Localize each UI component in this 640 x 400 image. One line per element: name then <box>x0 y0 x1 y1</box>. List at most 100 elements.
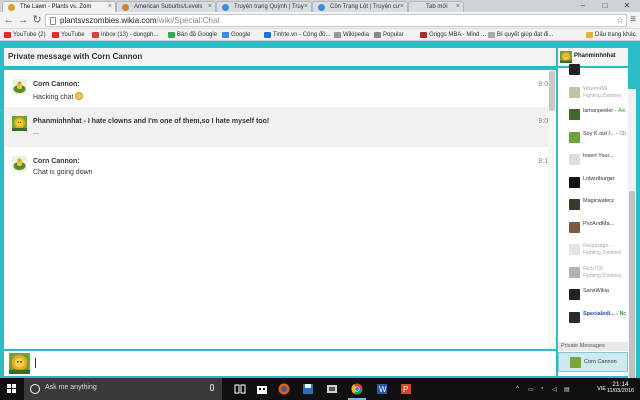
user-list-item[interactable] <box>558 60 628 80</box>
bookmark-favicon-icon <box>264 32 271 38</box>
firefox-icon <box>278 383 290 395</box>
tab-3[interactable]: Côn Trạng Lột | Truyện cư × <box>312 1 408 12</box>
avatar[interactable] <box>12 156 27 171</box>
bookmark-item[interactable]: Bản đồ Google <box>168 30 217 40</box>
page-info-icon[interactable] <box>50 17 56 25</box>
avatar[interactable] <box>12 116 27 131</box>
user-list-item[interactable]: Magicwaterz <box>558 195 628 215</box>
chat-window: Private message with Corn Cannon Corn Ca… <box>0 41 640 400</box>
tab-close-icon[interactable]: × <box>456 2 460 12</box>
user-list: Phanminhnhat Wiiam4Mi Fighting Zombies lam… <box>558 48 628 376</box>
avatar[interactable] <box>12 79 27 94</box>
avatar <box>570 357 581 368</box>
user-subtitle: Fighting Zombies <box>583 92 622 99</box>
bookmark-label: Tinhte.vn - Cộng đồ... <box>273 32 331 38</box>
bookmark-favicon-icon <box>420 32 427 38</box>
text-cursor <box>35 358 36 368</box>
bookmark-label: Popular <box>383 32 404 38</box>
user-list-scrollbar-thumb[interactable] <box>629 191 635 400</box>
windows-logo-icon <box>7 384 17 394</box>
message-username[interactable]: Corn Cannon: <box>33 158 80 165</box>
surprised-emoji-icon <box>75 92 84 100</box>
taskbar-word[interactable]: W <box>370 378 394 400</box>
bookmark-item[interactable]: YouTube (2) <box>4 30 46 40</box>
bookmark-item[interactable]: Inbox (13) - dungph... <box>92 30 158 40</box>
microphone-icon[interactable] <box>210 384 214 391</box>
user-list-item[interactable]: Insert Your... <box>558 150 628 170</box>
user-list-item[interactable]: lamanpeeler - Ale <box>558 105 628 125</box>
tab-close-icon[interactable]: × <box>108 2 112 12</box>
notification-icon[interactable]: ▤ <box>564 386 570 393</box>
address-toolbar: ← → ↻ plantsvszombies.wikia.com/wiki/Spe… <box>0 12 640 29</box>
start-button[interactable] <box>0 378 24 400</box>
show-hidden-icons-icon[interactable]: ^ <box>516 386 519 392</box>
bookmark-item[interactable]: Bí quyết giúp đạt đi... <box>488 30 553 40</box>
message-scrollbar[interactable] <box>548 70 556 349</box>
reload-icon[interactable]: ↻ <box>30 13 44 27</box>
tab-close-icon[interactable]: × <box>208 2 212 12</box>
user-name: lamanpeeler - Ale <box>583 108 626 114</box>
volume-icon[interactable]: ◁ <box>552 386 557 393</box>
bookmark-favicon-icon <box>222 32 229 38</box>
tab-label: The Lawn - Plants vs. Zom <box>20 4 92 10</box>
bookmark-item[interactable]: Google <box>222 30 250 40</box>
user-list-item[interactable]: PvzAndMa... <box>558 218 628 238</box>
message-username[interactable]: Corn Cannon: <box>33 81 80 88</box>
taskbar-chrome[interactable] <box>345 378 369 400</box>
bookmark-item[interactable]: Tinhte.vn - Cộng đồ... <box>264 30 330 40</box>
chat-message: Phanminhnhat - I hate clowns and I'm one… <box>4 107 556 147</box>
taskbar-firefox[interactable] <box>272 378 296 400</box>
minimize-icon[interactable]: – <box>572 0 594 12</box>
task-view-button[interactable] <box>228 378 252 400</box>
user-list-item[interactable]: Wiiam4Mi Fighting Zombies <box>558 83 628 103</box>
tab-1[interactable]: American Suburbs/Levels × <box>116 1 216 12</box>
user-list-item[interactable]: Reappage... Fighting Zombies <box>558 240 628 260</box>
tab-close-icon[interactable]: × <box>304 2 308 12</box>
tab-label: Tab mới <box>426 4 448 10</box>
tab-0[interactable]: The Lawn - Plants vs. Zom × <box>2 1 116 12</box>
message-scrollbar-thumb[interactable] <box>549 71 555 111</box>
battery-icon[interactable]: ▭ <box>528 386 534 393</box>
user-list-item[interactable]: Lolwutburger <box>558 173 628 193</box>
taskbar-media[interactable] <box>320 378 344 400</box>
bookmark-item[interactable]: YouTube <box>52 30 85 40</box>
bookmark-item[interactable]: Griggs MBA - Mind ... <box>420 30 486 40</box>
taskbar-powerpoint[interactable]: P <box>394 378 418 400</box>
forward-icon[interactable]: → <box>16 13 30 27</box>
bookmark-item[interactable]: Wikipedia <box>334 30 369 40</box>
user-list-item[interactable]: Soy K.out I... - Ch <box>558 128 628 148</box>
clock[interactable]: 21:14 11/03/2016 <box>607 381 634 394</box>
close-window-icon[interactable]: ✕ <box>616 0 638 12</box>
chat-message: Corn Cannon: Hacking chat 9:05 <box>4 70 556 107</box>
private-message-item[interactable]: Insert Your <box>558 372 628 376</box>
chrome-menu-icon[interactable]: ≡ <box>628 13 638 27</box>
address-bar[interactable]: plantsvszombies.wikia.com/wiki/Special:C… <box>45 14 627 27</box>
bookmark-star-icon[interactable]: ☆ <box>616 15 624 26</box>
user-name: Lolwutburger <box>583 176 615 182</box>
user-subtitle: Fighting Zombies <box>583 272 622 279</box>
tab-4[interactable]: Tab mới × <box>408 1 464 12</box>
back-icon[interactable]: ← <box>2 13 16 27</box>
taskbar-store[interactable] <box>250 378 274 400</box>
tab-strip: The Lawn - Plants vs. Zom × American Subur… <box>0 0 640 12</box>
bookmark-label: Bản đồ Google <box>177 32 218 38</box>
bookmark-item[interactable]: Dấu trang khác <box>586 30 636 40</box>
input-language[interactable]: VIE <box>597 386 606 392</box>
chat-input[interactable] <box>33 353 553 374</box>
message-text: ... <box>33 129 39 136</box>
wifi-icon[interactable]: ◔ <box>540 386 544 392</box>
url-text[interactable]: plantsvszombies.wikia.com/wiki/Special:C… <box>60 16 220 26</box>
tab-close-icon[interactable]: × <box>400 2 404 12</box>
taskbar-save[interactable] <box>296 378 320 400</box>
user-list-item[interactable]: Specialedi... - Nc <box>558 308 628 328</box>
user-list-item[interactable]: SansWikia <box>558 285 628 305</box>
media-player-icon <box>327 385 337 393</box>
chat-title: Private message with Corn Cannon <box>8 52 143 61</box>
message-username[interactable]: Phanminhnhat - I hate clowns and I'm one… <box>33 118 269 125</box>
cortana-search-box[interactable]: Ask me anything <box>24 378 222 400</box>
bookmark-item[interactable]: Popular <box>374 30 404 40</box>
private-message-item[interactable]: Corn Cannon <box>558 352 628 372</box>
maximize-icon[interactable]: □ <box>594 0 616 12</box>
tab-2[interactable]: Truyện trạng Quỳnh | Truy × <box>216 1 312 12</box>
user-list-item[interactable]: Rick700 Fighting Zombies <box>558 263 628 283</box>
